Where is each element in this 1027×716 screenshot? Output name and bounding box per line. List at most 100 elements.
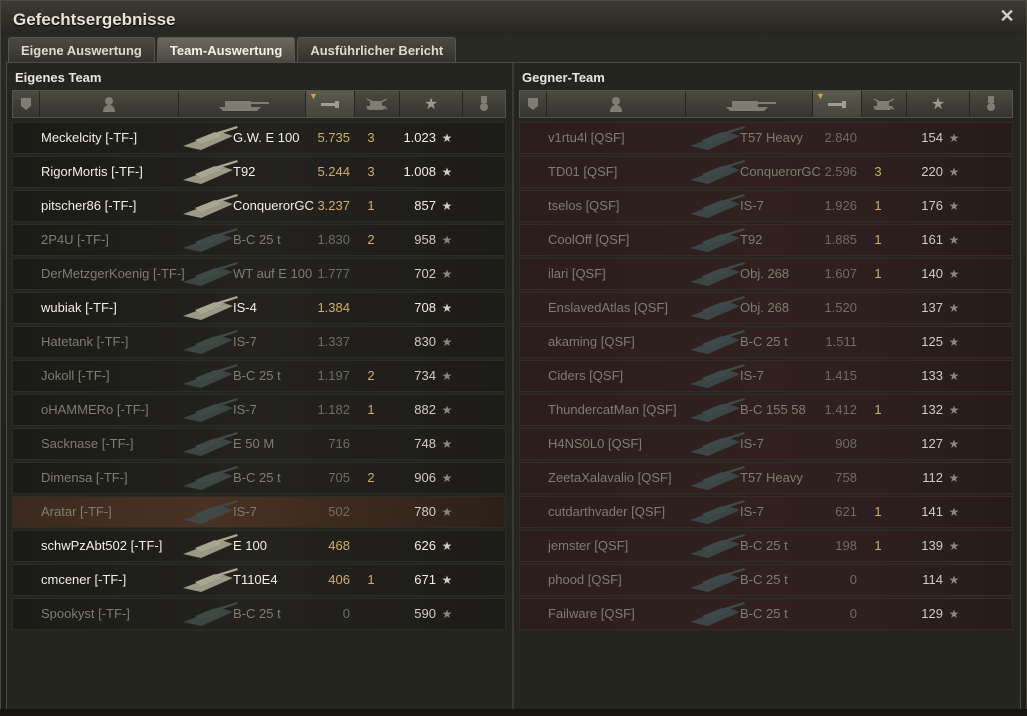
damage-value: 1.384	[317, 300, 350, 315]
squad-shield-icon[interactable]	[520, 91, 547, 117]
tank-name: E 50 M	[233, 436, 275, 451]
table-row[interactable]: akaming [QSF] B-C 25 t 1.511 125 ★	[519, 326, 1013, 358]
kills-value: 1	[367, 402, 375, 417]
table-row[interactable]: cmcener [-TF-] T110E4 406 1 671 ★	[12, 564, 506, 596]
star-icon: ★	[441, 267, 453, 281]
tank-image-icon	[181, 260, 239, 288]
titlebar: Gefechtsergebnisse ✕	[1, 1, 1026, 35]
tank-image-icon	[181, 362, 239, 390]
player-name: phood [QSF]	[548, 572, 622, 587]
close-icon[interactable]: ✕	[998, 7, 1016, 25]
table-row[interactable]: v1rtu4l [QSF] T57 Heavy 2.840 154 ★	[519, 122, 1013, 154]
tank-image-icon	[688, 600, 746, 628]
destroyed-tank-icon[interactable]	[862, 91, 907, 117]
table-row[interactable]: Meckelcity [-TF-] G.W. E 100 5.735 3 1.023 ★	[12, 122, 506, 154]
tank-image-icon	[688, 124, 746, 152]
table-row[interactable]: TD01 [QSF] ConquerorGC 2.596 3 220 ★	[519, 156, 1013, 188]
squad-shield-icon[interactable]	[13, 91, 40, 117]
table-row[interactable]: 2P4U [-TF-] B-C 25 t 1.830 2 958 ★	[12, 224, 506, 256]
tank-name: IS-7	[740, 436, 764, 451]
table-row[interactable]: Spookyst [-TF-] B-C 25 t 0 590 ★	[12, 598, 506, 630]
table-row[interactable]: pitscher86 [-TF-] ConquerorGC 3.237 1 857 ★	[12, 190, 506, 222]
star-icon: ★	[948, 403, 960, 417]
tank-image-icon	[688, 328, 746, 356]
damage-value: 0	[342, 606, 350, 621]
xp-value: 137	[921, 300, 943, 315]
kills-value: 1	[874, 266, 882, 281]
tank-name: B-C 25 t	[233, 606, 281, 621]
damage-value: 1.607	[824, 266, 857, 281]
table-row[interactable]: RigorMortis [-TF-] T92 5.244 3 1.008 ★	[12, 156, 506, 188]
tank-silhouette-icon[interactable]	[686, 91, 813, 117]
table-row[interactable]: ThundercatMan [QSF] B-C 155 58 1.412 1 132 ★	[519, 394, 1013, 426]
damage-shell-icon[interactable]: ▼	[813, 91, 862, 117]
table-row[interactable]: Sacknase [-TF-] E 50 M 716 748 ★	[12, 428, 506, 460]
table-row[interactable]: Ciders [QSF] IS-7 1.415 133 ★	[519, 360, 1013, 392]
kills-value: 3	[367, 130, 375, 145]
tab-ausfuehrlicher-bericht[interactable]: Ausführlicher Bericht	[297, 37, 457, 62]
xp-value: 702	[414, 266, 436, 281]
tank-image-icon	[181, 396, 239, 424]
player-name: Sacknase [-TF-]	[41, 436, 134, 451]
tank-name: IS-7	[233, 334, 257, 349]
table-row[interactable]: Aratar [-TF-] IS-7 502 780 ★	[12, 496, 506, 528]
tank-image-icon	[688, 498, 746, 526]
table-row[interactable]: Dimensa [-TF-] B-C 25 t 705 2 906 ★	[12, 462, 506, 494]
table-row[interactable]: phood [QSF] B-C 25 t 0 114 ★	[519, 564, 1013, 596]
table-row[interactable]: oHAMMERo [-TF-] IS-7 1.182 1 882 ★	[12, 394, 506, 426]
own-team-title: Eigenes Team	[15, 70, 102, 85]
xp-value: 626	[414, 538, 436, 553]
table-row[interactable]: CoolOff [QSF] T92 1.885 1 161 ★	[519, 224, 1013, 256]
star-icon: ★	[441, 471, 453, 485]
tank-name: T57 Heavy	[740, 470, 803, 485]
damage-value: 1.511	[825, 334, 857, 349]
tab-bar: Eigene Auswertung Team-Auswertung Ausfüh…	[8, 37, 457, 63]
xp-value: 133	[921, 368, 943, 383]
player-name: Failware [QSF]	[548, 606, 635, 621]
star-icon: ★	[441, 573, 453, 587]
kills-value: 1	[367, 198, 375, 213]
table-row[interactable]: Failware [QSF] B-C 25 t 0 129 ★	[519, 598, 1013, 630]
star-icon: ★	[948, 131, 960, 145]
table-row[interactable]: EnslavedAtlas [QSF] Obj. 268 1.520 137 ★	[519, 292, 1013, 324]
star-icon[interactable]: ★	[907, 91, 970, 117]
star-icon: ★	[441, 301, 453, 315]
table-row[interactable]: ZeetaXalavalio [QSF] T57 Heavy 758 112 ★	[519, 462, 1013, 494]
star-icon: ★	[948, 165, 960, 179]
damage-value: 908	[835, 436, 857, 451]
table-row[interactable]: DerMetzgerKoenig [-TF-] WT auf E 100 1.777…	[12, 258, 506, 290]
table-row[interactable]: jemster [QSF] B-C 25 t 198 1 139 ★	[519, 530, 1013, 562]
medal-icon[interactable]	[463, 91, 505, 117]
tank-image-icon	[688, 566, 746, 594]
medal-icon[interactable]	[970, 91, 1012, 117]
kills-value	[865, 599, 891, 629]
table-row[interactable]: ilari [QSF] Obj. 268 1.607 1 140 ★	[519, 258, 1013, 290]
star-icon: ★	[948, 267, 960, 281]
table-row[interactable]: schwPzAbt502 [-TF-] E 100 468 626 ★	[12, 530, 506, 562]
xp-value: 220	[921, 164, 943, 179]
table-row[interactable]: Jokoll [-TF-] B-C 25 t 1.197 2 734 ★	[12, 360, 506, 392]
destroyed-tank-icon[interactable]	[355, 91, 400, 117]
tab-eigene-auswertung[interactable]: Eigene Auswertung	[8, 37, 155, 62]
own-team-header: ▼ ★	[12, 90, 506, 118]
table-row[interactable]: cutdarthvader [QSF] IS-7 621 1 141 ★	[519, 496, 1013, 528]
star-icon[interactable]: ★	[400, 91, 463, 117]
player-name: tselos [QSF]	[548, 198, 620, 213]
table-row[interactable]: tselos [QSF] IS-7 1.926 1 176 ★	[519, 190, 1013, 222]
damage-value: 1.520	[824, 300, 857, 315]
damage-value: 2.840	[824, 130, 857, 145]
xp-value: 1.008	[403, 164, 436, 179]
table-row[interactable]: H4NS0L0 [QSF] IS-7 908 127 ★	[519, 428, 1013, 460]
player-silhouette-icon[interactable]	[40, 91, 179, 117]
own-team-panel: Eigenes Team ▼ ★ Meckelcity [-TF-] G.W. …	[7, 63, 514, 709]
tab-team-auswertung[interactable]: Team-Auswertung	[156, 37, 296, 62]
table-row[interactable]: Hatetank [-TF-] IS-7 1.337 830 ★	[12, 326, 506, 358]
xp-value: 958	[414, 232, 436, 247]
damage-value: 0	[849, 572, 857, 587]
damage-shell-icon[interactable]: ▼	[306, 91, 355, 117]
kills-value	[358, 259, 384, 289]
player-name: oHAMMERo [-TF-]	[41, 402, 149, 417]
table-row[interactable]: wubiak [-TF-] IS-4 1.384 708 ★	[12, 292, 506, 324]
player-silhouette-icon[interactable]	[547, 91, 686, 117]
tank-silhouette-icon[interactable]	[179, 91, 306, 117]
